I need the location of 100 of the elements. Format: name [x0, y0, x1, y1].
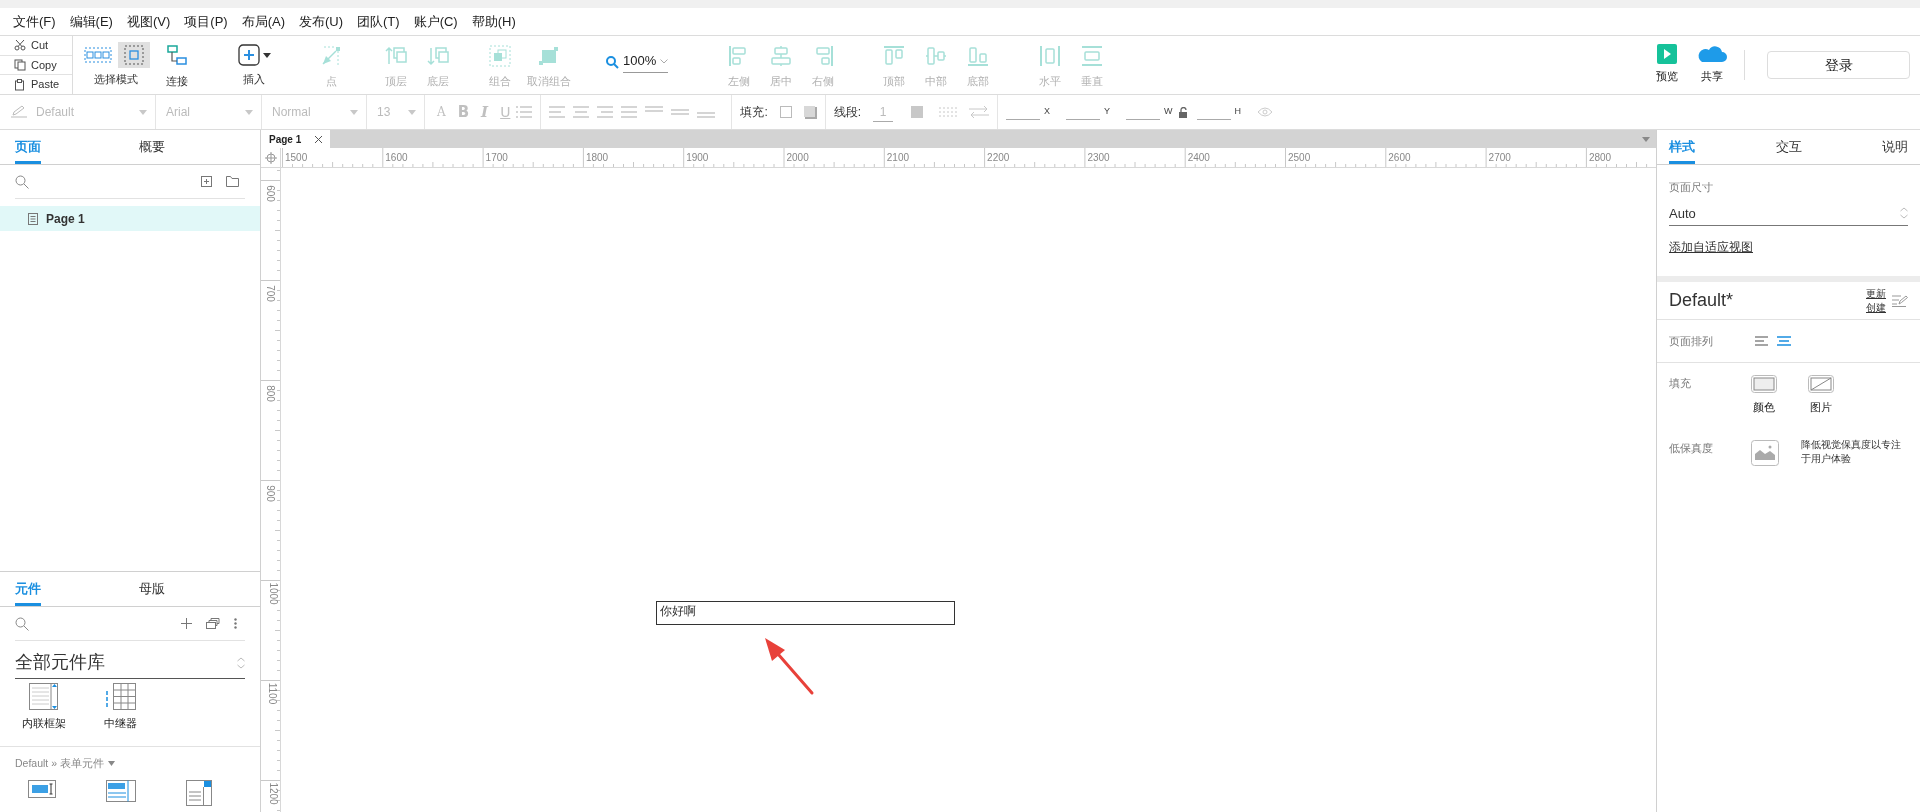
- fill-option[interactable]: 颜色: [1751, 375, 1777, 416]
- adaptive-view-link[interactable]: 添加自适应视图: [1669, 240, 1753, 254]
- fill-option[interactable]: 图片: [1808, 375, 1834, 416]
- ruler-label: 800: [263, 385, 277, 402]
- menu-item[interactable]: 团队(T): [350, 11, 407, 32]
- mode-button[interactable]: [118, 42, 150, 68]
- menu-item[interactable]: 帮助(H): [464, 11, 523, 32]
- menu-item[interactable]: 布局(A): [234, 11, 292, 32]
- ruler-label: 900: [263, 485, 277, 502]
- eye-icon: [1257, 107, 1274, 117]
- edit-icon: [10, 105, 28, 119]
- field-label: 低保真度: [1669, 440, 1714, 456]
- align-center-icon: [1777, 336, 1791, 346]
- page-tab[interactable]: Page 1: [261, 130, 331, 148]
- toolbar-button[interactable]: 共享: [1689, 36, 1734, 94]
- login-button[interactable]: 登录: [1767, 51, 1910, 79]
- page-size-dropdown[interactable]: Auto: [1669, 201, 1908, 226]
- menu-item[interactable]: 项目(P): [177, 11, 235, 32]
- text-align-right-icon: [597, 106, 614, 118]
- ruler-label: 2500: [1288, 151, 1311, 165]
- menu-item[interactable]: 视图(V): [119, 11, 178, 32]
- field-label: W: [1164, 105, 1173, 119]
- text-area-icon: [106, 779, 136, 802]
- widget-item[interactable]: 内联框架: [22, 683, 66, 746]
- menu-item[interactable]: 发布(U): [292, 11, 351, 32]
- ruler-label: 1800: [585, 151, 609, 165]
- play-icon: [1656, 44, 1677, 64]
- list-box-icon: [186, 779, 212, 806]
- image-placeholder-icon: [1808, 375, 1834, 393]
- ruler-label: 1000: [266, 582, 280, 605]
- zoom-dropdown[interactable]: 100%: [623, 51, 669, 73]
- library-dropdown[interactable]: 全部元件库: [15, 647, 245, 679]
- ruler-label: 700: [263, 285, 277, 302]
- ruler-label: 2700: [1488, 151, 1511, 165]
- search-icon: [15, 174, 29, 189]
- fill-color-swatch: [779, 106, 792, 118]
- panel-tab[interactable]: 页面: [15, 130, 41, 164]
- menu-item[interactable]: 文件(F): [6, 11, 63, 32]
- panel-tab[interactable]: 交互: [1775, 130, 1802, 164]
- style-link[interactable]: 创建: [1866, 300, 1886, 315]
- text-align-left-icon: [549, 106, 566, 118]
- caret-icon: [350, 109, 358, 115]
- align-middle-icon: [924, 44, 948, 68]
- plus-icon: [237, 44, 260, 66]
- ungroup-icon: [537, 44, 561, 68]
- more-icon: [234, 618, 237, 629]
- menu-item[interactable]: 编辑(E): [62, 11, 120, 32]
- folder-icon: [226, 176, 239, 187]
- valign-middle-icon: [671, 106, 690, 118]
- close-icon: [315, 135, 323, 143]
- menu-item[interactable]: 账户(C): [406, 11, 465, 32]
- field-label: 页面排列: [1669, 333, 1714, 349]
- ruler-label: 2400: [1187, 151, 1210, 165]
- plus-icon: [181, 618, 192, 629]
- align-bottom-icon: [966, 44, 990, 68]
- ruler-label: 1100: [266, 682, 280, 705]
- crosshair-icon: [264, 151, 277, 164]
- scissors-icon: [14, 39, 26, 52]
- text-box[interactable]: 你好啊: [656, 601, 955, 625]
- line-label: 线段:: [833, 104, 862, 121]
- insert-button[interactable]: 插入: [224, 36, 284, 94]
- zoom-icon: [606, 55, 619, 69]
- pointer-arrow: [765, 638, 814, 695]
- ruler-label: 2300: [1087, 151, 1110, 165]
- layers-icon: [206, 618, 220, 629]
- caret-icon: [262, 52, 271, 58]
- ruler-label: 600: [263, 185, 277, 202]
- panel-tab[interactable]: 概要: [139, 130, 165, 164]
- field-label: 填充: [1669, 376, 1692, 391]
- color-swatch-icon: [1751, 375, 1777, 393]
- fill-label: 填充:: [740, 104, 768, 121]
- page-item[interactable]: Page 1: [0, 206, 260, 231]
- edit-icon: [1892, 294, 1908, 307]
- style-link[interactable]: 更新: [1866, 286, 1886, 301]
- connector-icon: [165, 44, 189, 68]
- toolbar-button[interactable]: 连接: [156, 36, 198, 94]
- repeater-icon: [105, 683, 136, 710]
- ruler-label: 1700: [485, 151, 508, 165]
- field-label: H: [1234, 105, 1242, 119]
- caret-icon: [1642, 136, 1650, 142]
- low-fidelity-toggle[interactable]: [1751, 439, 1779, 466]
- panel-tab[interactable]: 母版: [139, 572, 165, 606]
- caret-icon: [107, 761, 115, 767]
- style-name: Default*: [1669, 289, 1735, 312]
- bullet-list-icon: [516, 106, 533, 118]
- toolbar-button[interactable]: 预览: [1644, 36, 1689, 94]
- widget-item[interactable]: 中继器: [104, 683, 137, 746]
- breadcrumb[interactable]: Default » 表单元件: [15, 756, 104, 772]
- ruler-label: 2200: [987, 151, 1010, 165]
- chevron-icon: [660, 58, 669, 64]
- group-icon: [488, 44, 512, 68]
- ruler-label: 1200: [266, 782, 280, 805]
- panel-tab[interactable]: 说明: [1882, 130, 1908, 164]
- distribute-horizontal-icon: [1038, 44, 1062, 68]
- inline-frame-icon: [28, 683, 60, 710]
- add-page-icon: [201, 176, 212, 187]
- send-back-icon: [426, 44, 450, 68]
- shadow-swatch: [803, 105, 817, 119]
- ruler-label: 2100: [886, 151, 910, 165]
- line-style-icon: [939, 106, 958, 118]
